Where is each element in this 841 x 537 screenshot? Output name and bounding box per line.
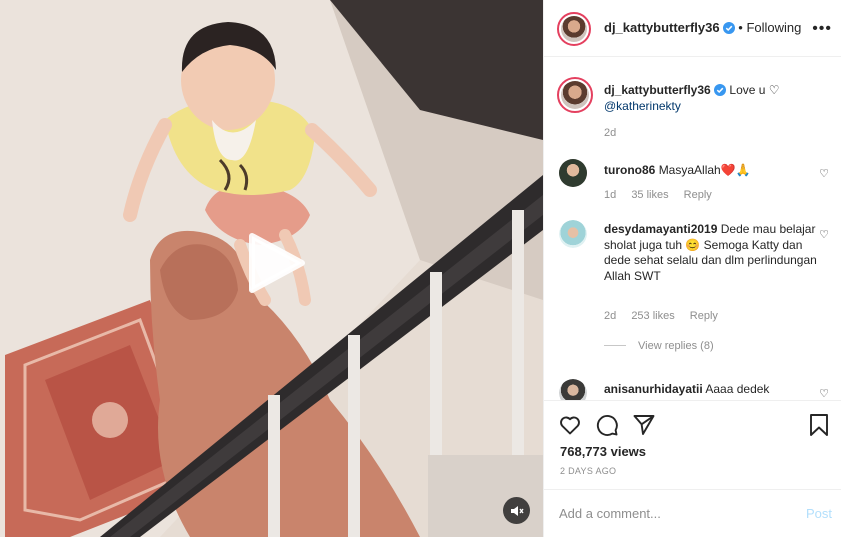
post-actions: 768,773 views 2 DAYS AGO: [544, 400, 841, 497]
view-replies-line: [604, 345, 626, 346]
play-icon: [249, 233, 305, 293]
comments-list[interactable]: dj_kattybutterfly36 Love u ♡ @katherinek…: [544, 57, 841, 400]
more-options-icon[interactable]: •••: [812, 20, 832, 38]
comment-item: anisanurhidayatii Aaaa dedek ♡: [559, 379, 829, 400]
view-count[interactable]: 768,773 views: [560, 444, 646, 459]
post-date[interactable]: 2 DAYS AGO: [560, 466, 616, 476]
author-avatar[interactable]: [557, 12, 591, 46]
verified-badge-icon: [722, 22, 735, 34]
caption-mention[interactable]: @katherinekty: [604, 99, 681, 113]
comment-composer: Add a comment... Post: [544, 489, 841, 537]
add-comment-input[interactable]: Add a comment...: [559, 506, 661, 521]
instagram-post-modal: dj_kattybutterfly36 • Following ••• dj_k…: [0, 0, 841, 537]
post-sidebar: dj_kattybutterfly36 • Following ••• dj_k…: [543, 0, 841, 537]
author-line: dj_kattybutterfly36 • Following: [604, 20, 802, 35]
comment-age: 1d: [604, 189, 617, 201]
reply-button[interactable]: Reply: [690, 310, 718, 322]
mute-toggle-button[interactable]: [503, 497, 530, 524]
save-bookmark-icon[interactable]: [808, 413, 830, 437]
comment-item: desydamayanti2019 Dede mau belajar shola…: [559, 220, 829, 360]
commenter-avatar[interactable]: [559, 159, 587, 187]
comment-username[interactable]: desydamayanti2019: [604, 222, 717, 236]
comment-text: MasyaAllah❤️🙏: [658, 163, 751, 177]
caption-avatar[interactable]: [557, 77, 593, 113]
commenter-avatar[interactable]: [559, 379, 587, 400]
comment-username[interactable]: anisanurhidayatii: [604, 382, 703, 396]
caption-username[interactable]: dj_kattybutterfly36: [604, 83, 711, 97]
view-replies-button[interactable]: View replies (8): [604, 340, 726, 352]
comment-text: Aaaa dedek: [705, 382, 770, 396]
caption: dj_kattybutterfly36 Love u ♡ @katherinek…: [557, 77, 829, 147]
like-heart-icon[interactable]: [558, 413, 582, 437]
post-header: dj_kattybutterfly36 • Following •••: [544, 0, 841, 57]
comment-likes[interactable]: 253 likes: [631, 310, 674, 322]
post-comment-button[interactable]: Post: [806, 506, 832, 521]
like-comment-heart-icon[interactable]: ♡: [819, 167, 829, 180]
commenter-avatar[interactable]: [559, 220, 587, 248]
comment-item: turono86 MasyaAllah❤️🙏 1d 35 likes Reply…: [559, 159, 829, 209]
comment-username[interactable]: turono86: [604, 163, 655, 177]
comment-age: 2d: [604, 310, 617, 322]
video-player[interactable]: [0, 0, 543, 537]
comment-likes[interactable]: 35 likes: [631, 189, 668, 201]
verified-badge-icon: [714, 84, 727, 96]
author-username[interactable]: dj_kattybutterfly36: [604, 20, 720, 35]
caption-age: 2d: [604, 127, 617, 139]
share-paper-plane-icon[interactable]: [632, 413, 656, 437]
reply-button[interactable]: Reply: [684, 189, 712, 201]
like-comment-heart-icon[interactable]: ♡: [819, 228, 829, 241]
comment-bubble-icon[interactable]: [595, 413, 619, 437]
play-button[interactable]: [244, 232, 306, 294]
following-button[interactable]: Following: [746, 20, 801, 35]
caption-body: Love u ♡: [729, 83, 780, 97]
like-comment-heart-icon[interactable]: ♡: [819, 387, 829, 400]
speaker-muted-icon: [510, 505, 524, 516]
caption-text: dj_kattybutterfly36 Love u ♡ @katherinek…: [604, 83, 819, 114]
